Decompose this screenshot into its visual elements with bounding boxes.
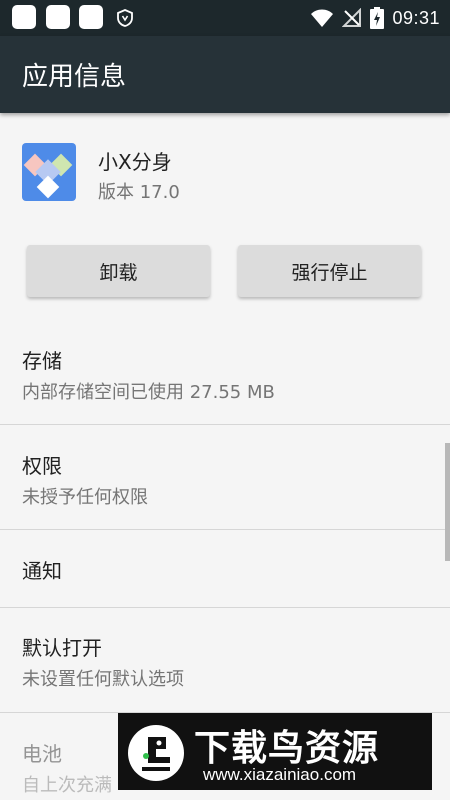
battery-title: 电池 (22, 742, 62, 766)
app-icon (22, 143, 76, 201)
shield-icon (117, 9, 133, 27)
scrollbar[interactable] (445, 443, 450, 561)
watermark-banner: 下载鸟资源 www.xiazainiao.com (118, 713, 432, 790)
open-by-default-row[interactable]: 默认打开 未设置任何默认选项 (0, 608, 450, 712)
status-time: 09:31 (392, 7, 440, 28)
notifications-row[interactable]: 通知 (0, 530, 450, 607)
storage-subtitle: 内部存储空间已使用 27.55 MB (22, 382, 275, 403)
open-by-default-title: 默认打开 (22, 636, 102, 660)
no-signal-icon (342, 8, 362, 27)
app-name: 小X分身 (98, 150, 172, 174)
page-title: 应用信息 (22, 62, 127, 92)
wifi-icon (311, 9, 334, 27)
notification-square-icon (46, 5, 70, 29)
open-by-default-subtitle: 未设置任何默认选项 (22, 669, 184, 690)
force-stop-button[interactable]: 强行停止 (238, 245, 421, 297)
app-version: 版本 17.0 (98, 182, 180, 203)
storage-title: 存储 (22, 349, 62, 373)
watermark-brand: 下载鸟资源 (194, 728, 380, 769)
app-bar: 应用信息 (0, 36, 450, 113)
permissions-subtitle: 未授予任何权限 (22, 487, 148, 508)
uninstall-button[interactable]: 卸载 (27, 245, 210, 297)
permissions-row[interactable]: 权限 未授予任何权限 (0, 425, 450, 529)
battery-charging-icon (370, 7, 385, 29)
battery-subtitle: 自上次充满 (22, 775, 112, 796)
notification-square-icon (79, 5, 103, 29)
storage-row[interactable]: 存储 内部存储空间已使用 27.55 MB (0, 324, 450, 424)
notifications-title: 通知 (22, 559, 62, 583)
bird-logo-icon (128, 725, 184, 781)
status-bar: 09:31 (0, 0, 450, 36)
notification-square-icon (12, 5, 36, 29)
app-logo-icon (23, 153, 73, 199)
watermark-url: www.xiazainiao.com (203, 765, 357, 784)
permissions-title: 权限 (22, 454, 62, 478)
app-info-content[interactable]: 小X分身 版本 17.0 卸载 强行停止 存储 内部存储空间已使用 27.55 … (0, 113, 450, 800)
